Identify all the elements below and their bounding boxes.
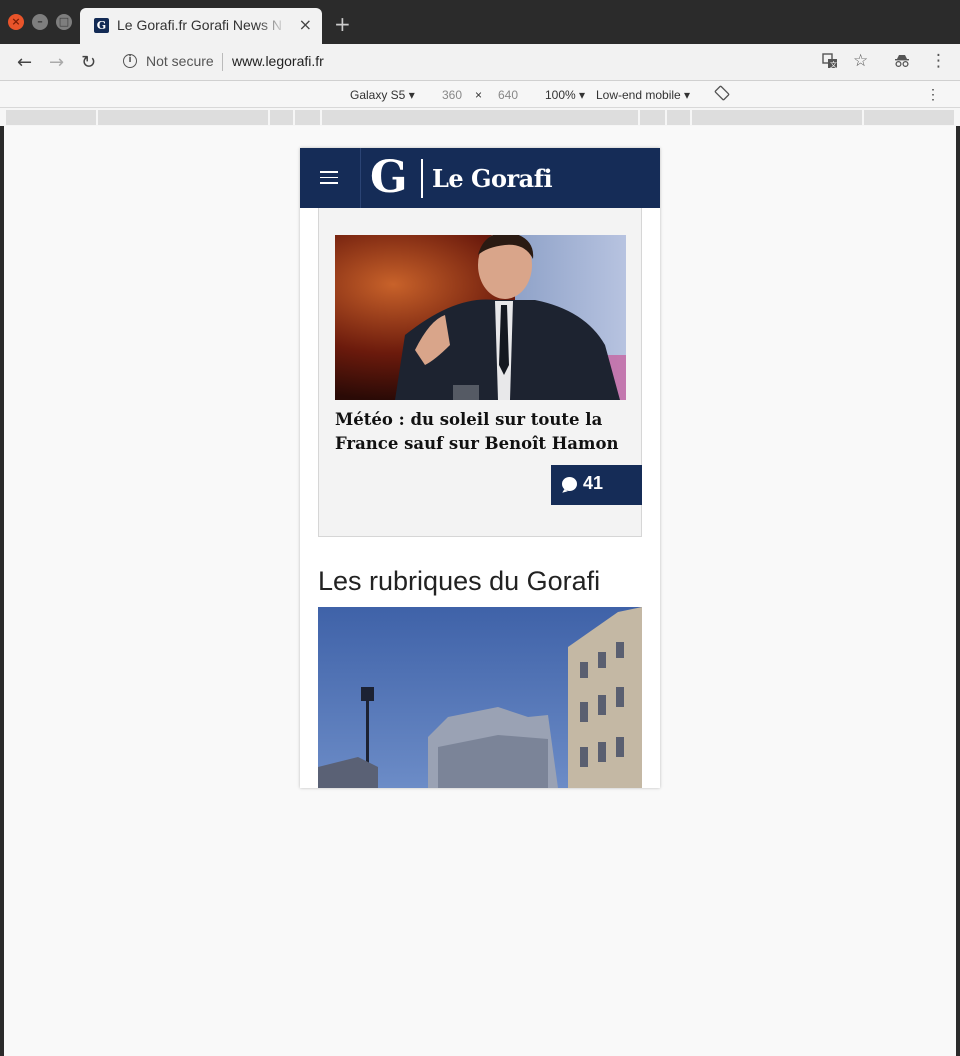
device-width-input[interactable]: 360 bbox=[442, 88, 462, 102]
window-maximize-button[interactable]: □ bbox=[56, 14, 72, 30]
device-select[interactable]: Galaxy S5 ▾ bbox=[350, 88, 415, 102]
zoom-select[interactable]: 100% ▾ bbox=[545, 88, 585, 102]
back-arrow-icon[interactable]: ← bbox=[17, 52, 32, 73]
browser-window: × – □ G Le Gorafi.fr Gorafi News N × + ←… bbox=[0, 0, 960, 1056]
info-icon[interactable]: i bbox=[123, 54, 137, 68]
comment-bubble-icon bbox=[562, 477, 577, 491]
address-separator bbox=[222, 53, 223, 71]
incognito-icon[interactable] bbox=[894, 53, 910, 73]
media-query-ruler bbox=[0, 108, 960, 126]
section-image[interactable] bbox=[318, 607, 642, 788]
header-divider bbox=[360, 148, 361, 208]
svg-text:文: 文 bbox=[830, 60, 837, 69]
hamburger-menu-icon[interactable] bbox=[320, 171, 338, 188]
logo-text[interactable]: Le Gorafi bbox=[432, 164, 553, 193]
bookmark-star-icon[interactable]: ☆ bbox=[853, 51, 868, 71]
article-title[interactable]: Météo : du soleil sur toute la France sa… bbox=[335, 408, 625, 456]
ruler-segment[interactable] bbox=[692, 110, 862, 125]
rotate-icon[interactable] bbox=[714, 85, 730, 104]
comment-count-badge[interactable]: 41 bbox=[551, 465, 642, 505]
article-image[interactable] bbox=[335, 235, 626, 400]
ruler-segment[interactable] bbox=[640, 110, 665, 125]
tab-close-icon[interactable]: × bbox=[299, 15, 312, 34]
reload-icon[interactable]: ↻ bbox=[81, 52, 96, 73]
throttle-select[interactable]: Low-end mobile ▾ bbox=[596, 88, 690, 102]
window-minimize-button[interactable]: – bbox=[32, 14, 48, 30]
device-toolbar: Galaxy S5 ▾ 360 × 640 100% ▾ Low-end mob… bbox=[0, 81, 960, 108]
browser-tab[interactable]: G Le Gorafi.fr Gorafi News N × bbox=[80, 8, 322, 44]
site-header: G Le Gorafi bbox=[300, 148, 660, 208]
ruler-segment[interactable] bbox=[295, 110, 320, 125]
window-close-button[interactable]: × bbox=[8, 14, 24, 30]
device-height-input[interactable]: 640 bbox=[498, 88, 518, 102]
ruler-segment[interactable] bbox=[270, 110, 293, 125]
ruler-segment[interactable] bbox=[6, 110, 96, 125]
browser-toolbar: ← → ↻ i Not secure www.legorafi.fr 文 ☆ ⋮ bbox=[0, 44, 960, 81]
device-more-icon[interactable]: ⋮ bbox=[926, 86, 940, 103]
new-tab-button[interactable]: + bbox=[334, 12, 351, 36]
ruler-segment[interactable] bbox=[864, 110, 954, 125]
security-label: Not secure bbox=[146, 53, 214, 69]
dimension-separator: × bbox=[475, 88, 483, 102]
menu-kebab-icon[interactable]: ⋮ bbox=[930, 51, 947, 71]
translate-icon[interactable]: 文 bbox=[822, 53, 838, 73]
favicon-icon: G bbox=[94, 18, 109, 33]
tab-title: Le Gorafi.fr Gorafi News N bbox=[117, 17, 287, 33]
ruler-segment[interactable] bbox=[322, 110, 638, 125]
logo-divider bbox=[421, 159, 423, 198]
forward-arrow-icon[interactable]: → bbox=[49, 52, 64, 73]
ruler-segment[interactable] bbox=[667, 110, 690, 125]
device-viewport: G Le Gorafi Météo: du soleil sur toute … bbox=[300, 148, 660, 788]
tab-strip: × – □ G Le Gorafi.fr Gorafi News N × + bbox=[0, 0, 960, 44]
article-card[interactable]: Météo : du soleil sur toute la France sa… bbox=[318, 208, 642, 537]
section-title: Les rubriques du Gorafi bbox=[318, 566, 601, 596]
comment-count: 41 bbox=[583, 473, 604, 493]
logo-mark[interactable]: G bbox=[370, 154, 408, 202]
ruler-segment[interactable] bbox=[98, 110, 268, 125]
address-bar[interactable]: i Not secure www.legorafi.fr bbox=[116, 49, 756, 76]
url-text[interactable]: www.legorafi.fr bbox=[232, 53, 324, 69]
